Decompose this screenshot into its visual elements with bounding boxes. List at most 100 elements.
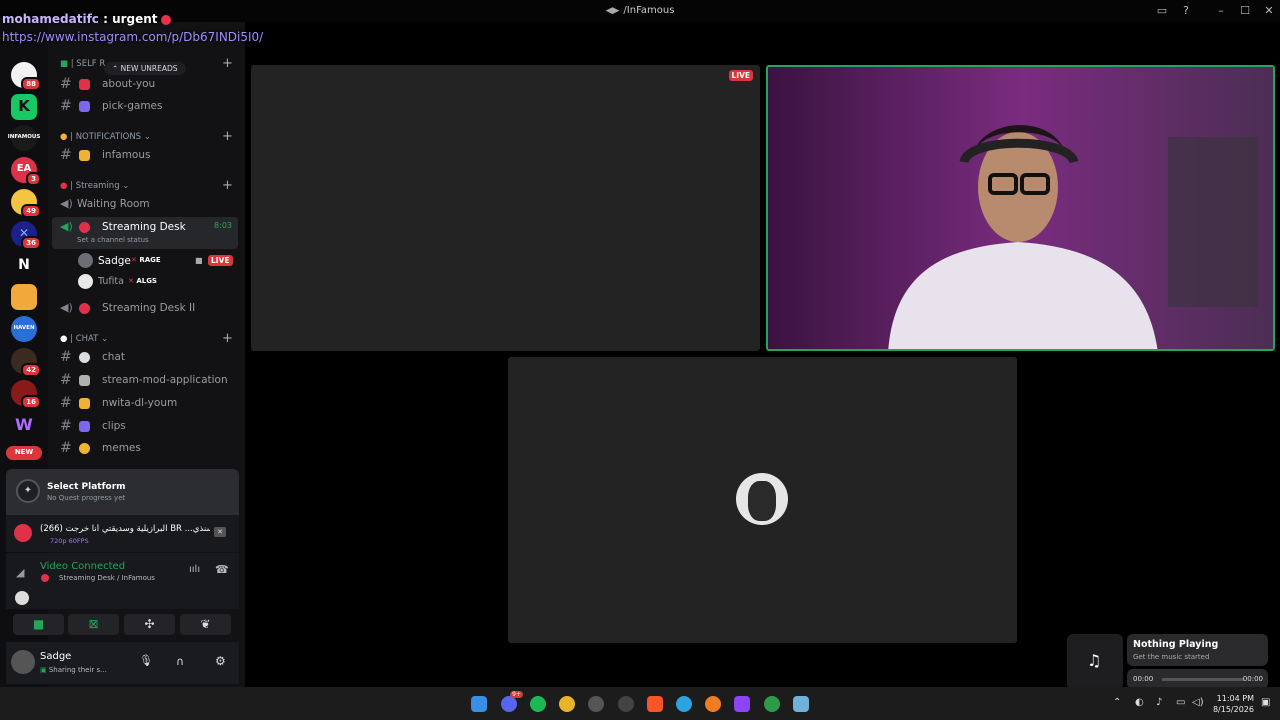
webcam-tile[interactable] — [766, 65, 1275, 351]
minimize-button[interactable]: – — [1212, 3, 1230, 19]
chevron-up-icon[interactable]: ⌃ — [1113, 697, 1121, 708]
server-icon[interactable]: HAVEN — [11, 316, 37, 342]
close-icon[interactable]: ✕ — [214, 527, 226, 537]
server-icon[interactable]: K — [11, 94, 37, 120]
server-icon[interactable]: EA 3 — [11, 157, 41, 186]
stream-tile[interactable]: LIVE — [251, 65, 760, 351]
voice-channel-streaming-desk-2[interactable]: ◀) Streaming Desk II — [52, 298, 238, 318]
voice-channel-waiting-room[interactable]: ◀) Waiting Room — [52, 194, 238, 214]
telegram-icon[interactable] — [676, 696, 692, 712]
user-status: ▣ Sharing their s... — [40, 666, 107, 674]
app-icon[interactable] — [618, 696, 634, 712]
channel-clips[interactable]: # clips — [52, 416, 238, 436]
speaker-icon: ◀) — [60, 301, 73, 314]
add-channel-icon[interactable]: + — [222, 331, 233, 346]
voice-user-tufita[interactable]: Tufita ✕ ALGS — [52, 272, 238, 292]
server-icon[interactable]: 88 — [11, 62, 41, 91]
voice-user-sadge[interactable]: Sadge ✕ RAGE ■ LIVE — [52, 251, 238, 271]
time-end: 00:00 — [1242, 675, 1263, 683]
chrome-icon[interactable] — [559, 696, 575, 712]
channel-pick-games[interactable]: # pick-games — [52, 96, 238, 116]
stream-preview-panel[interactable]: (266) البرازيلية وسديقتي أنا خرجت BR ...… — [6, 514, 239, 552]
channel-infamous[interactable]: # infamous — [52, 145, 238, 165]
brave-icon[interactable] — [647, 696, 663, 712]
activities-button[interactable]: ✣ — [124, 614, 175, 635]
notification-icon[interactable]: ▣ — [1261, 697, 1270, 708]
music-progress[interactable]: 00:00 00:00 — [1127, 669, 1268, 689]
taskbar: 9+ ⌃ ◐ ♪ ▭ ◁) 11:04 PM 8/15/2026 ▣ — [0, 687, 1280, 720]
tray-icon[interactable]: ◐ — [1135, 697, 1144, 708]
inbox-icon[interactable]: ▭ — [1153, 3, 1171, 19]
camera-button[interactable]: ■ — [13, 614, 64, 635]
gear-icon[interactable]: ⚙ — [215, 654, 226, 668]
progress-track[interactable] — [1162, 678, 1244, 681]
avatar — [78, 253, 93, 268]
soundboard-icon[interactable]: ıılı — [189, 564, 200, 575]
quest-icon: ✦ — [16, 479, 40, 503]
music-widget[interactable]: Nothing Playing Get the music started — [1127, 634, 1268, 666]
help-icon[interactable]: ? — [1177, 3, 1195, 19]
chrome-icon[interactable] — [764, 696, 780, 712]
quest-panel[interactable]: ✦ Select Platform No Quest progress yet — [6, 469, 239, 514]
participant-tile[interactable] — [508, 357, 1017, 643]
voice-channel-streaming-desk[interactable]: ◀) Streaming Desk 8:03 Set a channel sta… — [52, 217, 238, 249]
app-icon[interactable] — [705, 696, 721, 712]
quest-subtitle: No Quest progress yet — [47, 494, 126, 502]
hash-icon: # — [60, 147, 72, 163]
server-icon[interactable]: 16 — [11, 380, 41, 409]
call-timer: 8:03 — [214, 221, 232, 230]
server-icon[interactable]: 42 — [11, 348, 41, 377]
disconnect-icon[interactable]: ☎ — [215, 563, 229, 576]
music-note-icon: ♫ — [1087, 651, 1102, 670]
category-chat[interactable]: ● | CHAT ⌄ + — [60, 331, 233, 346]
twitch-icon[interactable] — [734, 696, 750, 712]
channel-memes[interactable]: # memes — [52, 438, 238, 458]
server-icon[interactable]: ✕ 36 — [11, 221, 41, 250]
start-icon[interactable] — [471, 696, 487, 712]
server-icon[interactable]: W — [11, 412, 37, 438]
avatar[interactable] — [11, 650, 35, 674]
channel-status[interactable]: Set a channel status — [77, 236, 149, 244]
channel-stream-mod-application[interactable]: # stream-mod-application — [52, 370, 238, 390]
camera-icon: ■ — [32, 617, 45, 631]
add-channel-icon[interactable]: + — [222, 178, 233, 193]
server-icon[interactable]: INFAMOUS — [8, 125, 40, 151]
user-tag: ✕ ALGS — [128, 277, 157, 285]
chrome-icon — [14, 524, 32, 542]
soundboard-button[interactable]: ❦ — [180, 614, 231, 635]
server-icon[interactable]: N — [11, 253, 37, 279]
network-icon[interactable]: ▭ — [1176, 697, 1185, 708]
maximize-button[interactable]: ☐ — [1236, 3, 1254, 19]
close-button[interactable]: ✕ — [1260, 3, 1278, 19]
voice-channel-name[interactable]: Streaming Desk / InFamous — [59, 574, 155, 582]
avatar — [78, 274, 93, 289]
category-notifications[interactable]: ● | NOTIFICATIONS ⌄ + — [60, 129, 233, 144]
app-icon[interactable] — [793, 696, 809, 712]
screen-share-icon: ⊠ — [88, 617, 99, 631]
overlay-link[interactable]: https://www.instagram.com/p/Db67INDi5I0/ — [2, 30, 263, 44]
server-icon[interactable] — [11, 284, 37, 310]
add-channel-icon[interactable]: + — [222, 56, 233, 71]
webcam-feed — [768, 67, 1273, 349]
channel-nwita-dl-youm[interactable]: # nwita-dl-youm — [52, 393, 238, 413]
music-subtitle: Get the music started — [1133, 653, 1210, 661]
microphone-icon[interactable]: ♪ — [1156, 697, 1162, 708]
spotify-icon[interactable] — [530, 696, 546, 712]
discord-icon[interactable]: 9+ — [501, 691, 523, 712]
obs-icon[interactable] — [588, 696, 604, 712]
add-channel-icon[interactable]: + — [222, 129, 233, 144]
activities-icon: ✣ — [144, 617, 155, 631]
channel-about-you[interactable]: # about-you — [52, 74, 238, 94]
headphones-icon[interactable]: ∩ — [176, 655, 184, 668]
microphone-icon[interactable]: 🎙 — [139, 654, 153, 667]
album-art: ♫ — [1067, 634, 1123, 690]
volume-icon[interactable]: ◁) — [1192, 697, 1204, 708]
server-icon[interactable]: 49 — [11, 189, 41, 218]
overlay-message: : urgent — [103, 12, 158, 26]
screen-share-button[interactable]: ⊠ — [68, 614, 119, 635]
new-unreads-pill[interactable]: NEW — [6, 446, 42, 460]
signal-icon[interactable]: ◢ — [16, 566, 24, 579]
category-streaming[interactable]: ● | Streaming ⌄ + — [60, 178, 233, 193]
channel-chat[interactable]: # chat — [52, 347, 238, 367]
clock[interactable]: 11:04 PM 8/15/2026 — [1213, 693, 1254, 715]
